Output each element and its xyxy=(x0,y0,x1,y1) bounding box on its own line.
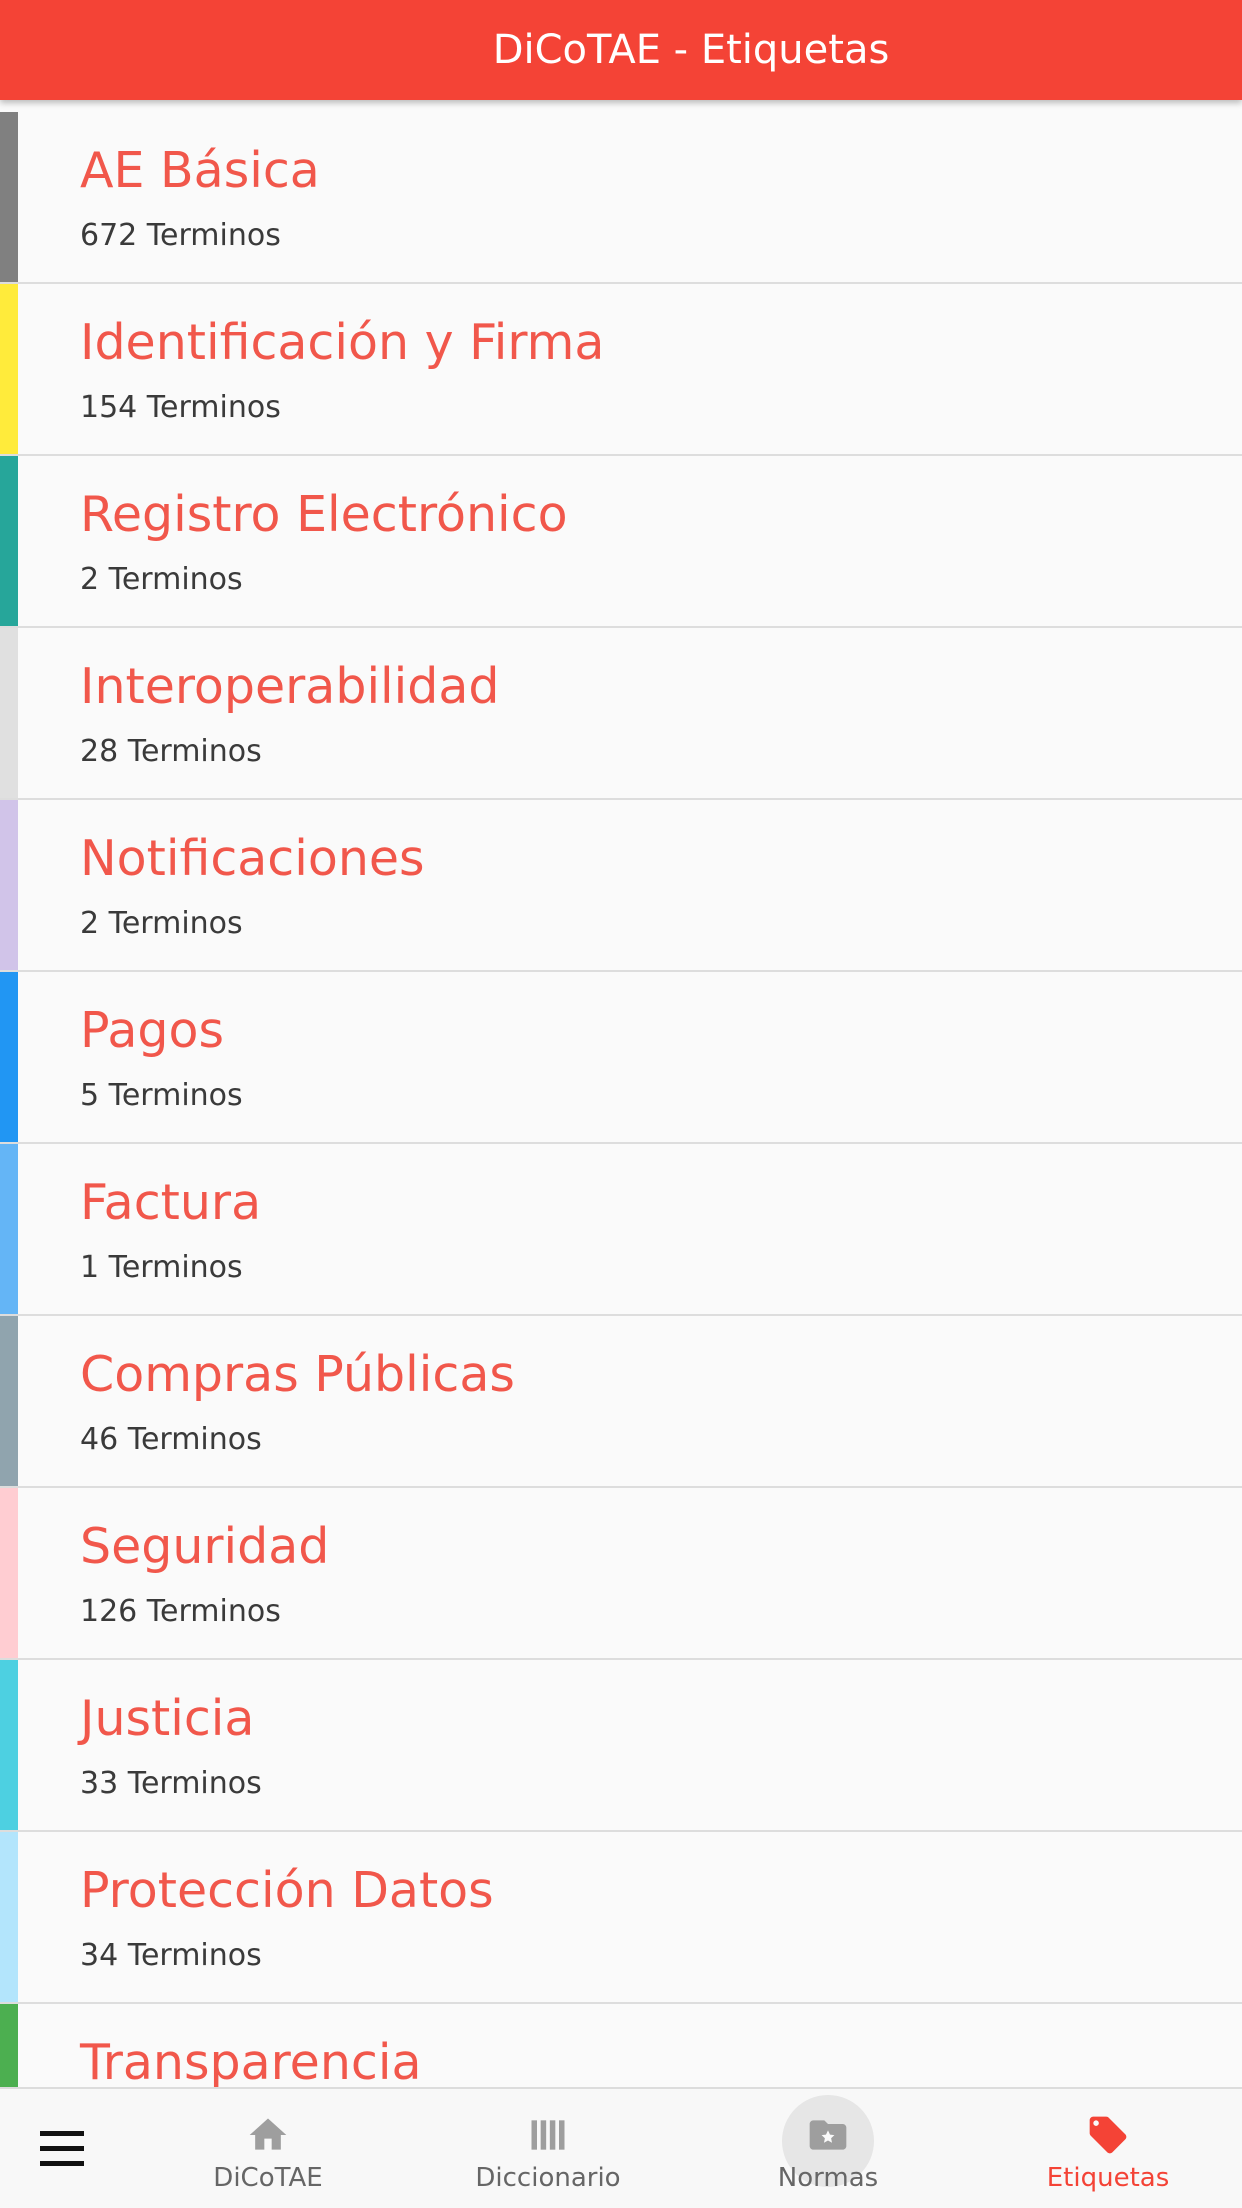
color-bar xyxy=(0,1488,18,1658)
list-item-ae-basica[interactable]: AE Básica 672 Terminos xyxy=(0,112,1242,284)
item-title: Seguridad xyxy=(80,1518,330,1575)
item-count: 2 Terminos xyxy=(80,562,243,597)
app-header: DiCoTAE - Etiquetas xyxy=(0,0,1242,100)
list-item-registro-electronico[interactable]: Registro Electrónico 2 Terminos xyxy=(0,456,1242,628)
color-bar xyxy=(0,1832,18,2002)
color-bar xyxy=(0,972,18,1142)
item-title: Registro Electrónico xyxy=(80,486,568,543)
list-item-compras-publicas[interactable]: Compras Públicas 46 Terminos xyxy=(0,1316,1242,1488)
page-title: DiCoTAE - Etiquetas xyxy=(492,27,890,73)
list-item-justicia[interactable]: Justicia 33 Terminos xyxy=(0,1660,1242,1832)
list-item-pagos[interactable]: Pagos 5 Terminos xyxy=(0,972,1242,1144)
bottom-tab-bar: DiCoTAE Diccionario Normas Etiquetas xyxy=(0,2087,1242,2208)
item-count: 28 Terminos xyxy=(80,734,262,769)
color-bar xyxy=(0,628,18,798)
tab-dicotae[interactable]: DiCoTAE xyxy=(168,2089,368,2208)
folder-star-icon xyxy=(809,2120,847,2150)
hamburger-menu-icon[interactable] xyxy=(40,2131,84,2167)
tab-diccionario[interactable]: Diccionario xyxy=(448,2089,648,2208)
color-bar xyxy=(0,456,18,626)
item-count: 33 Terminos xyxy=(80,1766,262,1801)
color-bar xyxy=(0,112,18,282)
item-title: Compras Públicas xyxy=(80,1346,515,1403)
color-bar xyxy=(0,284,18,454)
item-title: Justicia xyxy=(80,1690,255,1747)
item-title: Factura xyxy=(80,1174,262,1231)
item-title: AE Básica xyxy=(80,142,320,199)
tab-label: Normas xyxy=(777,2163,879,2193)
list-item-factura[interactable]: Factura 1 Terminos xyxy=(0,1144,1242,1316)
color-bar xyxy=(0,1316,18,1486)
item-title: Pagos xyxy=(80,1002,224,1059)
list-item-interoperabilidad[interactable]: Interoperabilidad 28 Terminos xyxy=(0,628,1242,800)
tab-label: Etiquetas xyxy=(1046,2163,1170,2193)
list-item-seguridad[interactable]: Seguridad 126 Terminos xyxy=(0,1488,1242,1660)
list-item-transparencia[interactable]: Transparencia xyxy=(0,2004,1242,2087)
tab-label: DiCoTAE xyxy=(213,2163,323,2193)
list-item-identificacion-firma[interactable]: Identificación y Firma 154 Terminos xyxy=(0,284,1242,456)
item-count: 672 Terminos xyxy=(80,218,281,253)
item-count: 5 Terminos xyxy=(80,1078,243,1113)
item-title: Protección Datos xyxy=(80,1862,494,1919)
item-count: 34 Terminos xyxy=(80,1938,262,1973)
item-count: 126 Terminos xyxy=(80,1594,281,1629)
color-bar xyxy=(0,1660,18,1830)
item-title: Identificación y Firma xyxy=(80,314,605,371)
item-title: Interoperabilidad xyxy=(80,658,500,715)
item-title: Transparencia xyxy=(80,2034,422,2087)
book-icon xyxy=(531,2120,565,2150)
color-bar xyxy=(0,2004,18,2087)
item-title: Notificaciones xyxy=(80,830,425,887)
item-count: 46 Terminos xyxy=(80,1422,262,1457)
item-count: 1 Terminos xyxy=(80,1250,243,1285)
list-item-notificaciones[interactable]: Notificaciones 2 Terminos xyxy=(0,800,1242,972)
app: DiCoTAE - Etiquetas AE Básica 672 Termin… xyxy=(0,0,1242,2208)
item-count: 154 Terminos xyxy=(80,390,281,425)
tab-label: Diccionario xyxy=(475,2163,621,2193)
color-bar xyxy=(0,1144,18,1314)
tag-list[interactable]: AE Básica 672 Terminos Identificación y … xyxy=(0,112,1242,2087)
list-item-proteccion-datos[interactable]: Protección Datos 34 Terminos xyxy=(0,1832,1242,2004)
item-count: 2 Terminos xyxy=(80,906,243,941)
tab-normas[interactable]: Normas xyxy=(728,2089,928,2208)
tag-icon xyxy=(1089,2116,1127,2154)
home-icon xyxy=(249,2118,287,2150)
color-bar xyxy=(0,800,18,970)
tab-etiquetas[interactable]: Etiquetas xyxy=(1008,2089,1208,2208)
